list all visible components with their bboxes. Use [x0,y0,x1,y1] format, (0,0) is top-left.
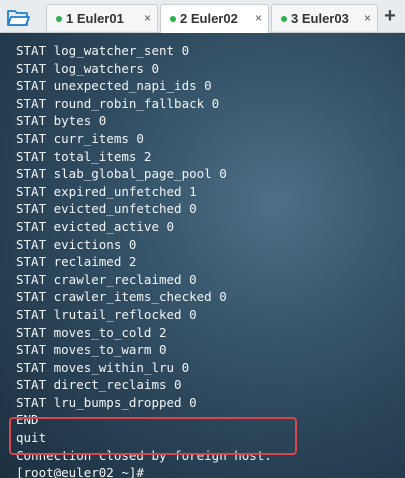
close-tab-icon[interactable]: × [364,11,371,25]
connected-status-icon [56,16,62,22]
terminal-line: STAT crawler_items_checked 0 [16,289,227,305]
connected-status-icon [281,16,287,22]
terminal-line: STAT unexpected_napi_ids 0 [16,78,212,94]
terminal-line: STAT expired_unfetched 1 [16,183,197,199]
terminal-line: STAT bytes 0 [16,113,107,129]
tab-label: 3 Euler03 [291,11,349,26]
terminal-line: STAT evicted_active 0 [16,218,175,234]
terminal-line: STAT evicted_unfetched 0 [16,201,197,217]
add-tab-button[interactable]: + [381,6,399,26]
connected-status-icon [170,16,176,22]
terminal-lines: STAT log_watcher_sent 0 STAT log_watcher… [16,42,272,478]
tab-euler02[interactable]: 2 Euler02 × [160,4,269,33]
terminal-line: STAT moves_to_warm 0 [16,342,167,358]
shell-prompt: [root@euler02 ~]# [16,465,144,478]
terminal-line: STAT direct_reclaims 0 [16,377,182,393]
terminal-line: STAT crawler_reclaimed 0 [16,271,197,287]
tab-label: 2 Euler02 [180,11,238,26]
tab-bar: 1 Euler01 × 2 Euler02 × 3 Euler03 × + [0,0,405,33]
close-tab-icon[interactable]: × [255,11,262,25]
terminal-output[interactable]: STAT log_watcher_sent 0 STAT log_watcher… [0,33,405,478]
terminal-line: STAT round_robin_fallback 0 [16,95,220,111]
close-tab-icon[interactable]: × [144,11,151,25]
terminal-line: STAT lru_bumps_dropped 0 [16,394,197,410]
terminal-line: STAT evictions 0 [16,236,137,252]
terminal-line: STAT total_items 2 [16,148,152,164]
terminal-line: STAT moves_within_lru 0 [16,359,190,375]
tab-euler01[interactable]: 1 Euler01 × [46,4,158,31]
terminal-line: STAT slab_global_page_pool 0 [16,166,227,182]
terminal-line: STAT lrutail_reflocked 0 [16,306,197,322]
highlight-box [9,417,297,455]
tab-euler03[interactable]: 3 Euler03 × [271,4,378,31]
tab-label: 1 Euler01 [66,11,124,26]
folder-icon[interactable] [6,6,30,28]
terminal-line: STAT log_watchers 0 [16,60,159,76]
terminal-line: STAT log_watcher_sent 0 [16,43,190,58]
terminal-line: STAT reclaimed 2 [16,254,137,270]
terminal-line: STAT curr_items 0 [16,130,144,146]
terminal-line: STAT moves_to_cold 2 [16,324,167,340]
